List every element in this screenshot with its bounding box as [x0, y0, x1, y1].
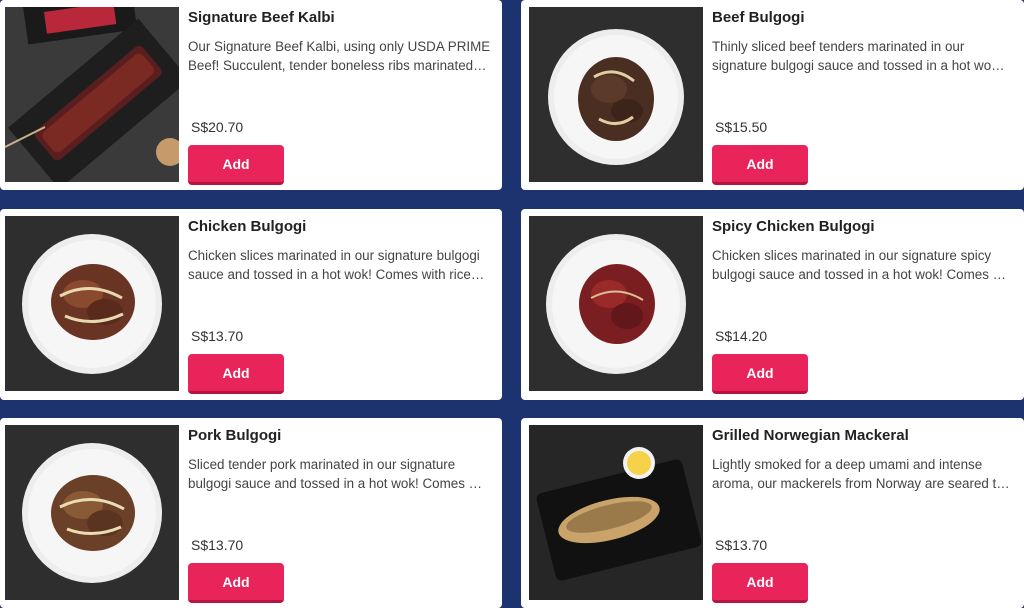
beef-bulgogi-photo[interactable] — [529, 7, 703, 182]
grilled-mackerel-photo[interactable] — [529, 425, 703, 600]
item-price: S$13.70 — [715, 537, 768, 553]
menu-item-card[interactable]: Chicken Bulgogi Chicken slices marinated… — [0, 209, 502, 400]
item-price: S$20.70 — [191, 119, 244, 135]
item-title: Grilled Norwegian Mackeral — [712, 427, 909, 444]
add-button[interactable]: Add — [712, 145, 808, 185]
menu-item-card[interactable]: Spicy Chicken Bulgogi Chicken slices mar… — [521, 209, 1024, 400]
pork-bulgogi-photo[interactable] — [5, 425, 179, 600]
item-title: Beef Bulgogi — [712, 9, 805, 26]
item-description: Our Signature Beef Kalbi, using only USD… — [188, 39, 491, 73]
item-description: Lightly smoked for a deep umami and inte… — [712, 457, 1010, 491]
item-price: S$15.50 — [715, 119, 768, 135]
chicken-bulgogi-photo[interactable] — [5, 216, 179, 391]
add-button[interactable]: Add — [188, 563, 284, 603]
beef-kalbi-photo[interactable] — [5, 7, 179, 182]
menu-item-card[interactable]: Beef Bulgogi Thinly sliced beef tenders … — [521, 0, 1024, 190]
item-price: S$14.20 — [715, 328, 768, 344]
add-button[interactable]: Add — [188, 145, 284, 185]
item-title: Chicken Bulgogi — [188, 218, 307, 235]
menu-item-card[interactable]: Pork Bulgogi Sliced tender pork marinate… — [0, 418, 502, 608]
item-description: Sliced tender pork marinated in our sign… — [188, 457, 483, 491]
add-button[interactable]: Add — [712, 563, 808, 603]
item-price: S$13.70 — [191, 537, 244, 553]
spicy-chicken-bulgogi-photo[interactable] — [529, 216, 703, 391]
item-title: Signature Beef Kalbi — [188, 9, 335, 26]
item-description: Thinly sliced beef tenders marinated in … — [712, 39, 1005, 73]
item-title: Spicy Chicken Bulgogi — [712, 218, 875, 235]
menu-grid: Signature Beef Kalbi Our Signature Beef … — [0, 0, 1024, 608]
add-button[interactable]: Add — [712, 354, 808, 394]
item-title: Pork Bulgogi — [188, 427, 282, 444]
add-button[interactable]: Add — [188, 354, 284, 394]
menu-item-card[interactable]: Signature Beef Kalbi Our Signature Beef … — [0, 0, 502, 190]
item-description: Chicken slices marinated in our signatur… — [712, 248, 1007, 282]
item-description: Chicken slices marinated in our signatur… — [188, 248, 485, 282]
menu-item-card[interactable]: Grilled Norwegian Mackeral Lightly smoke… — [521, 418, 1024, 608]
item-price: S$13.70 — [191, 328, 244, 344]
